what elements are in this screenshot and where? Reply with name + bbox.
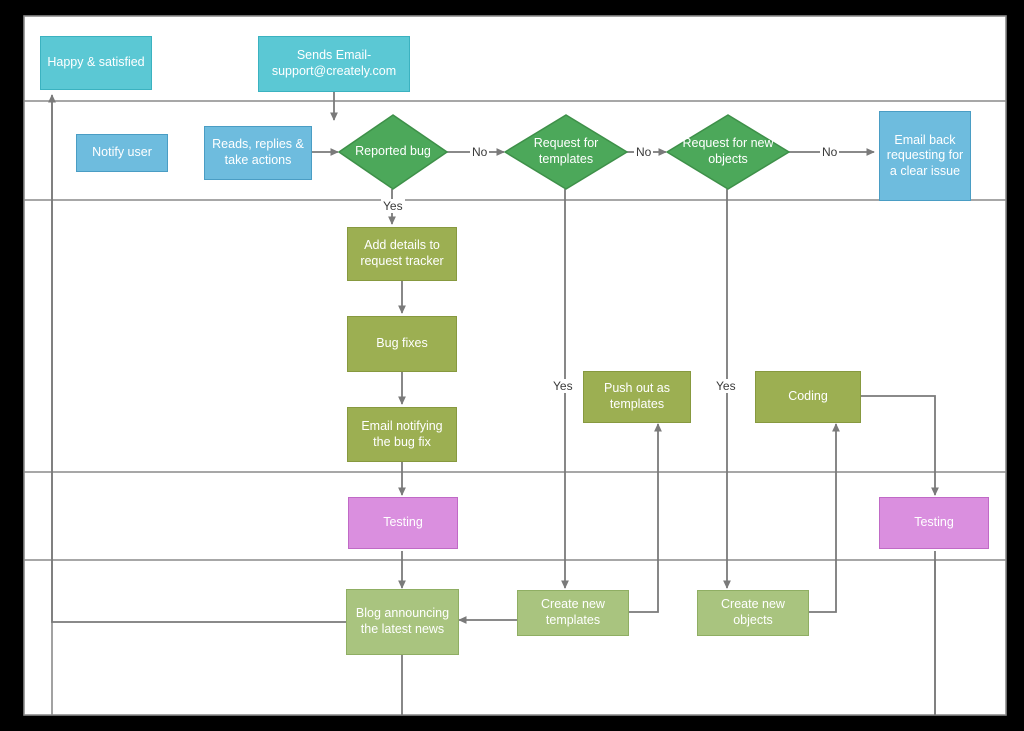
- node-push-out-as-templates[interactable]: Push out as templates: [583, 371, 691, 423]
- edge-label-yes-templates: Yes: [551, 379, 575, 393]
- node-label: Coding: [788, 389, 828, 404]
- node-happy-satisfied[interactable]: Happy & satisfied: [40, 36, 152, 90]
- node-label: Request for new objects: [682, 136, 774, 166]
- node-create-new-objects[interactable]: Create new objects: [697, 590, 809, 636]
- node-label: Notify user: [92, 145, 152, 160]
- node-bug-fixes[interactable]: Bug fixes: [347, 316, 457, 372]
- node-label: Email back requesting for a clear issue: [886, 132, 964, 178]
- edge-label-yes-bug: Yes: [381, 199, 405, 213]
- node-notify-user[interactable]: Notify user: [76, 134, 168, 172]
- node-label: Email notifying the bug fix: [361, 418, 443, 449]
- edge-label-no-1: No: [470, 145, 490, 159]
- node-testing-right[interactable]: Testing: [879, 497, 989, 549]
- edge-label-yes-objects: Yes: [714, 379, 738, 393]
- node-label: Create new objects: [721, 597, 785, 627]
- node-label: Push out as templates: [603, 381, 670, 411]
- node-label: Reads, replies & take actions: [212, 137, 304, 167]
- node-label: Bug fixes: [376, 336, 428, 351]
- node-create-new-templates[interactable]: Create new templates: [517, 590, 629, 636]
- node-label: Create new templates: [541, 597, 605, 627]
- node-request-for-templates[interactable]: Request for templates: [504, 114, 628, 190]
- node-coding[interactable]: Coding: [755, 371, 861, 423]
- node-sends-email[interactable]: Sends Email- support@creately.com: [258, 36, 410, 92]
- edge-label-no-2: No: [634, 145, 654, 159]
- node-reported-bug[interactable]: Reported bug: [338, 114, 448, 190]
- node-email-notifying[interactable]: Email notifying the bug fix: [347, 407, 457, 462]
- node-email-back[interactable]: Email back requesting for a clear issue: [879, 111, 971, 201]
- node-label: Add details to request tracker: [360, 238, 444, 268]
- node-add-details[interactable]: Add details to request tracker: [347, 227, 457, 281]
- node-label: Request for templates: [533, 136, 599, 166]
- node-reads-replies[interactable]: Reads, replies & take actions: [204, 126, 312, 180]
- node-label: Testing: [914, 515, 954, 530]
- node-label: Sends Email- support@creately.com: [271, 48, 397, 78]
- node-request-for-new-objects[interactable]: Request for new objects: [666, 114, 790, 190]
- node-label: Happy & satisfied: [47, 55, 145, 70]
- node-blog-announcing[interactable]: Blog announcing the latest news: [346, 589, 459, 655]
- diagram-canvas: Happy & satisfied Sends Email- support@c…: [0, 0, 1024, 731]
- node-label: Testing: [383, 515, 423, 530]
- edge-label-no-3: No: [820, 145, 840, 159]
- node-testing-left[interactable]: Testing: [348, 497, 458, 549]
- node-label: Blog announcing the latest news: [355, 606, 450, 636]
- node-label: Reported bug: [355, 144, 431, 159]
